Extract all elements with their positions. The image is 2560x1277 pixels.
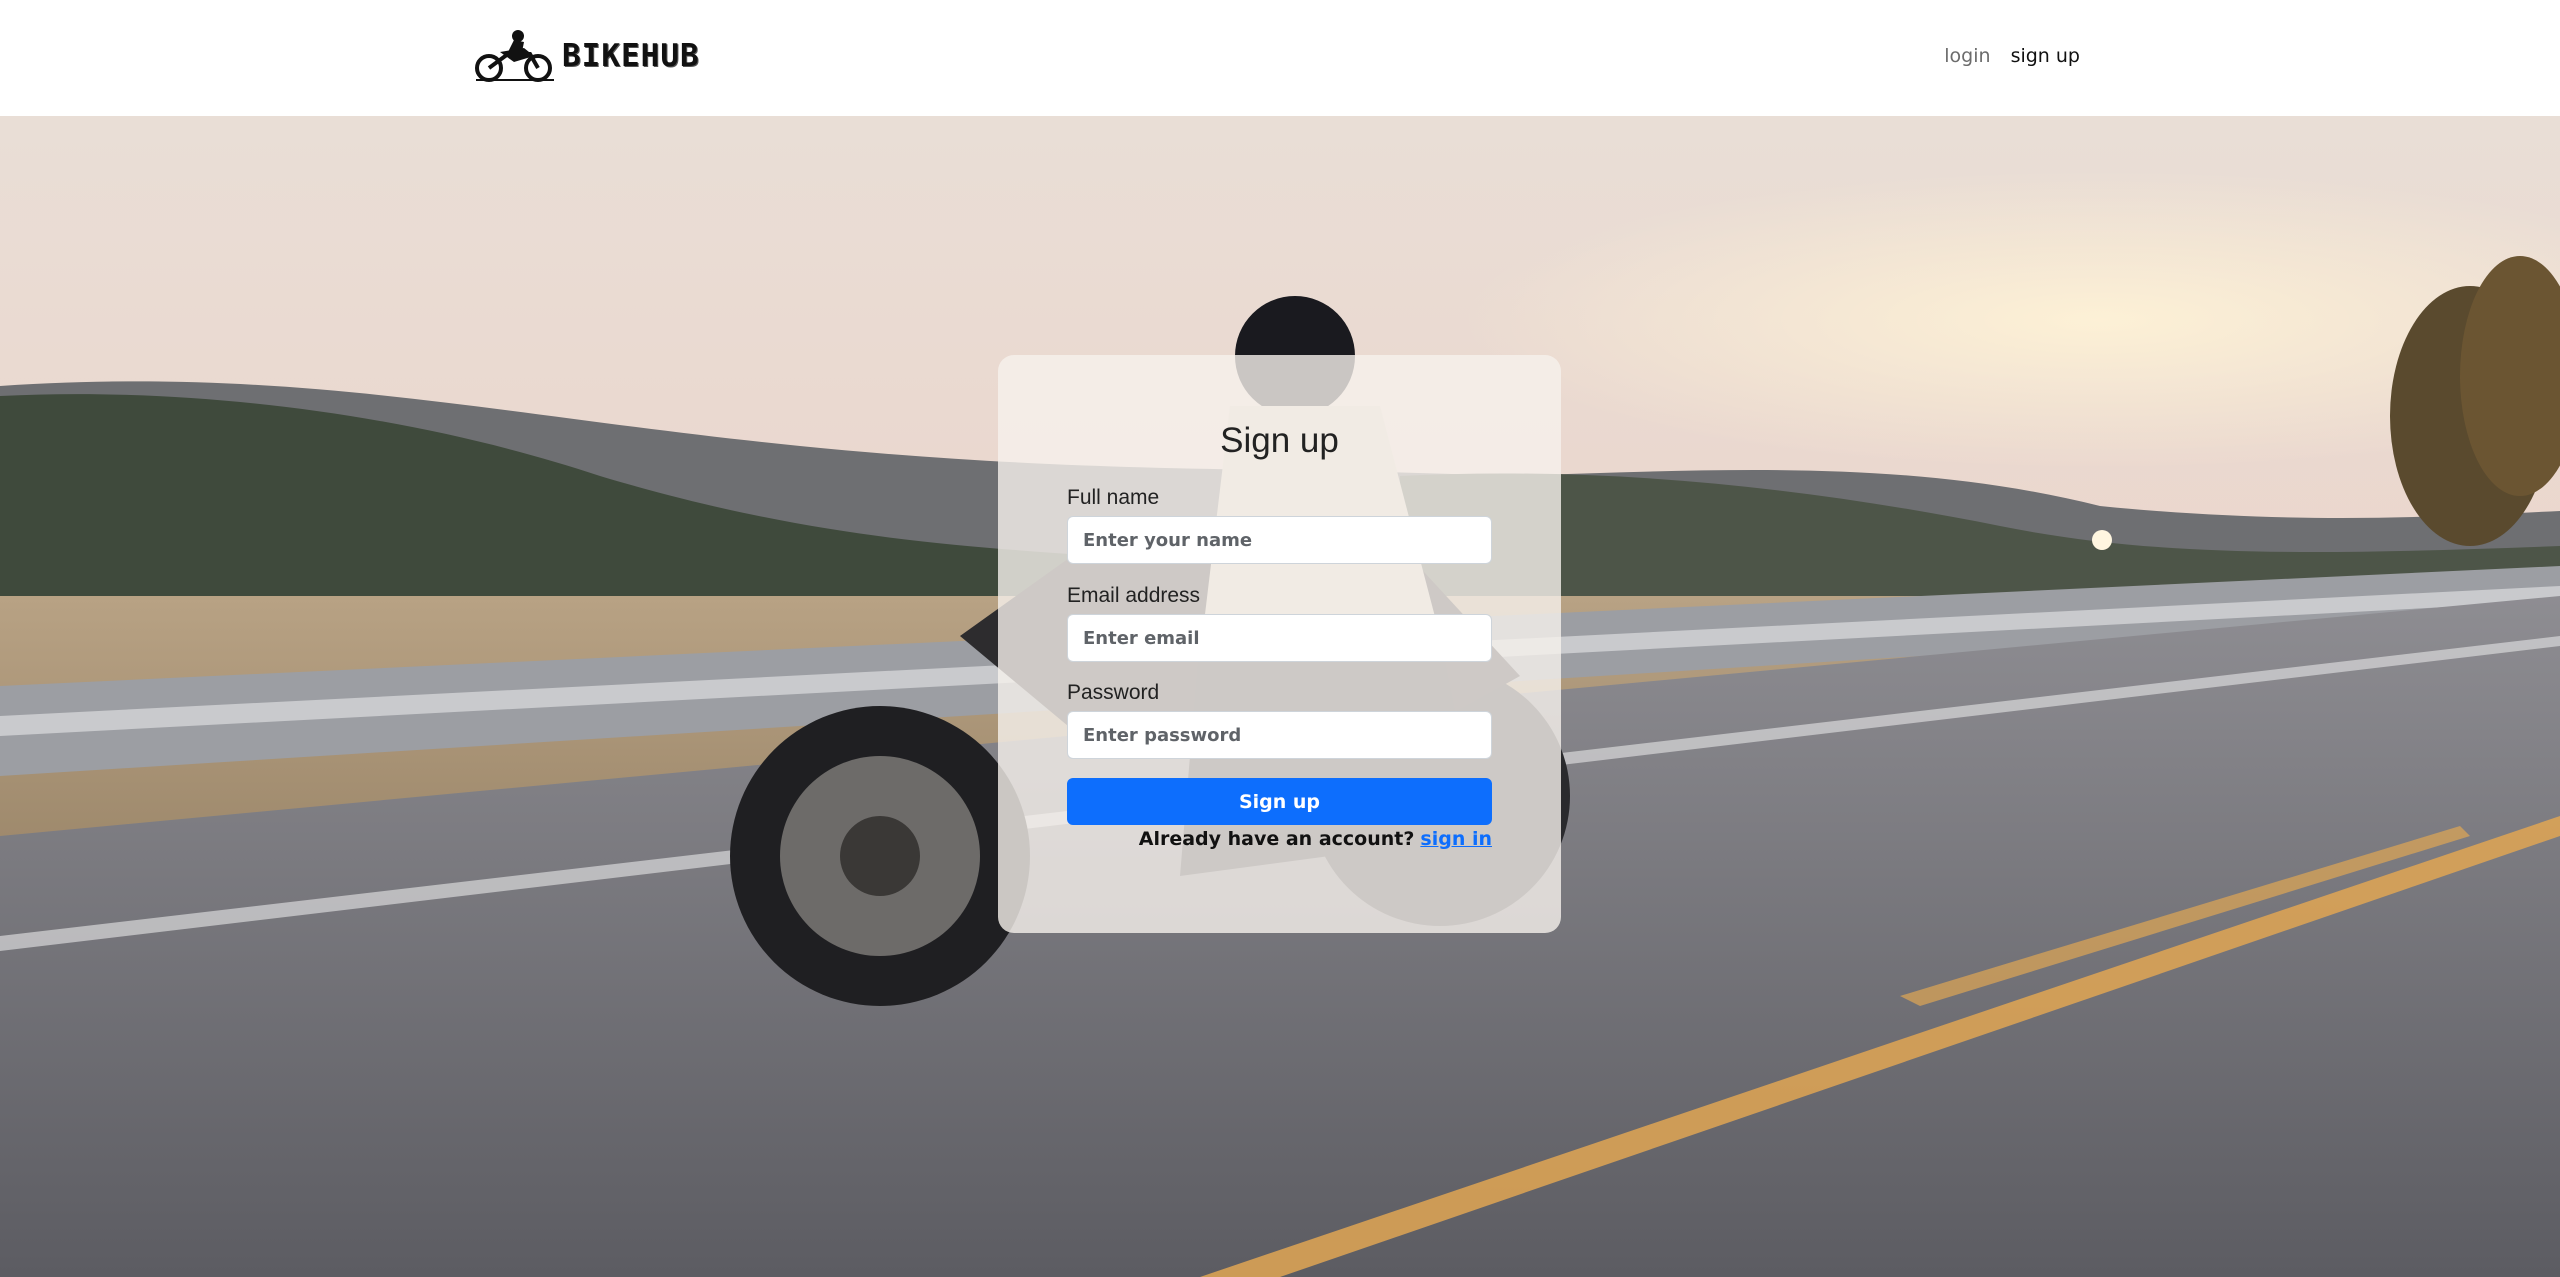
password-label: Password	[1067, 681, 1160, 704]
motorcycle-rider-icon	[475, 30, 554, 82]
full-name-label: Full name	[1067, 486, 1160, 509]
form-title: Sign up	[1220, 421, 1339, 460]
full-name-input[interactable]	[1067, 516, 1492, 564]
signup-submit-button[interactable]: Sign up	[1067, 778, 1492, 825]
signin-prompt-text: Already have an account?	[1138, 828, 1415, 850]
signup-card: Sign up Full name Email address Password…	[998, 355, 1561, 933]
email-input[interactable]	[1067, 614, 1492, 662]
nav-signup-link[interactable]: sign up	[2011, 40, 2080, 72]
password-input[interactable]	[1067, 711, 1492, 759]
nav-login-link[interactable]: login	[1944, 40, 1990, 72]
email-label: Email address	[1067, 584, 1201, 607]
signin-prompt: Already have an account? sign in	[1139, 828, 1492, 850]
signin-link[interactable]: sign in	[1420, 828, 1492, 850]
brand-link[interactable]: BIKEHUB	[472, 28, 700, 84]
brand-name: BIKEHUB	[562, 38, 700, 74]
nav-links: login sign up	[1944, 40, 2080, 72]
top-navbar: BIKEHUB login sign up	[0, 0, 2560, 116]
